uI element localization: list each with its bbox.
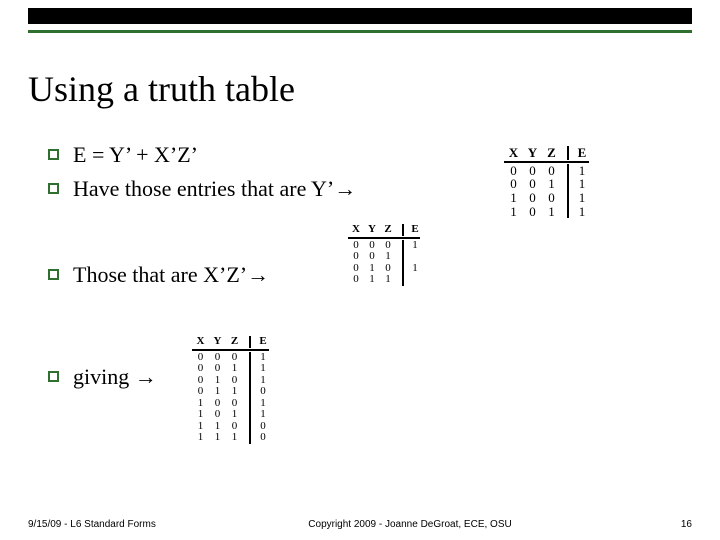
cell-y: 0 <box>209 363 226 375</box>
col-y: Y <box>364 224 380 236</box>
cell-z: 1 <box>380 274 396 286</box>
header-bar-thick <box>28 8 692 24</box>
table-row: 001 <box>348 251 420 263</box>
table-row: 1100 <box>192 421 269 433</box>
footer-center: Copyright 2009 - Joanne DeGroat, ECE, OS… <box>168 519 652 530</box>
cell-y: 0 <box>523 191 542 205</box>
header-bar-thin <box>28 30 692 33</box>
cell-x: 0 <box>348 274 364 286</box>
cell-e: 0 <box>251 386 269 398</box>
cell-e: 1 <box>569 205 589 219</box>
cell-e: 1 <box>569 177 589 191</box>
table-row: 1001 <box>192 398 269 410</box>
cell-z: 1 <box>542 205 561 219</box>
cell-e: 1 <box>404 263 420 275</box>
cell-e: 0 <box>251 432 269 444</box>
cell-e <box>404 251 420 263</box>
cell-y: 1 <box>209 386 226 398</box>
table-row: 0011 <box>504 177 589 191</box>
truth-table-yprime: XYZE0001001110011011 <box>504 146 589 218</box>
cell-x: 0 <box>504 164 523 178</box>
cell-e: 1 <box>404 240 420 252</box>
slide-title: Using a truth table <box>28 68 295 110</box>
cell-z: 1 <box>226 386 243 398</box>
cell-y: 1 <box>209 432 226 444</box>
cell-z: 1 <box>226 432 243 444</box>
bullet-text: E = Y’ + X’Z’ <box>73 142 198 168</box>
bullet-item-2: Have those entries that are Y’→ <box>48 176 468 202</box>
cell-x: 0 <box>504 177 523 191</box>
cell-e: 1 <box>569 164 589 178</box>
cell-y: 0 <box>523 177 542 191</box>
cell-e <box>404 274 420 286</box>
truth-table-xprimezprime: XYZE00010010101011 <box>348 224 420 286</box>
cell-x: 0 <box>348 251 364 263</box>
cell-z: 0 <box>542 191 561 205</box>
bullet-text: Those that are X’Z’→ <box>73 262 269 288</box>
footer-page: 16 <box>652 519 692 530</box>
col-y: Y <box>209 336 226 348</box>
cell-z: 1 <box>542 177 561 191</box>
truth-table-full: XYZE00010011010101101001101111001110 <box>192 336 269 444</box>
col-y: Y <box>523 146 542 160</box>
cell-e: 1 <box>569 191 589 205</box>
bullet-text: giving → <box>73 364 157 390</box>
bullet-icon <box>48 149 59 160</box>
footer: 9/15/09 - L6 Standard Forms Copyright 20… <box>28 519 692 530</box>
cell-x: 0 <box>192 363 209 375</box>
col-z: Z <box>542 146 561 160</box>
cell-y: 0 <box>523 205 542 219</box>
table-row: 1001 <box>504 191 589 205</box>
col-z: Z <box>380 224 396 236</box>
footer-left: 9/15/09 - L6 Standard Forms <box>28 519 168 530</box>
cell-x: 1 <box>192 432 209 444</box>
cell-y: 0 <box>364 251 380 263</box>
cell-z: 0 <box>542 164 561 178</box>
table-row: 0011 <box>192 363 269 375</box>
bullet-item-1: E = Y’ + X’Z’ <box>48 142 468 168</box>
cell-x: 1 <box>504 205 523 219</box>
cell-e: 1 <box>251 363 269 375</box>
col-e: E <box>251 336 269 348</box>
cell-y: 1 <box>364 274 380 286</box>
table-row: 0001 <box>504 164 589 178</box>
header-bars <box>28 8 692 33</box>
col-x: X <box>348 224 364 236</box>
cell-z: 1 <box>226 363 243 375</box>
bullet-text: Have those entries that are Y’→ <box>73 176 356 202</box>
table-row: 1011 <box>192 409 269 421</box>
table-row: 0110 <box>192 386 269 398</box>
cell-x: 0 <box>192 386 209 398</box>
bullet-icon <box>48 269 59 280</box>
col-x: X <box>504 146 523 160</box>
col-x: X <box>192 336 209 348</box>
table-row: 0001 <box>192 352 269 364</box>
col-z: Z <box>226 336 243 348</box>
table-row: 0101 <box>192 375 269 387</box>
table-row: 1110 <box>192 432 269 444</box>
cell-z: 1 <box>380 251 396 263</box>
cell-x: 1 <box>504 191 523 205</box>
cell-y: 0 <box>523 164 542 178</box>
col-e: E <box>569 146 589 160</box>
col-e: E <box>404 224 420 236</box>
bullet-icon <box>48 371 59 382</box>
bullet-icon <box>48 183 59 194</box>
table-row: 1011 <box>504 205 589 219</box>
table-row: 011 <box>348 274 420 286</box>
